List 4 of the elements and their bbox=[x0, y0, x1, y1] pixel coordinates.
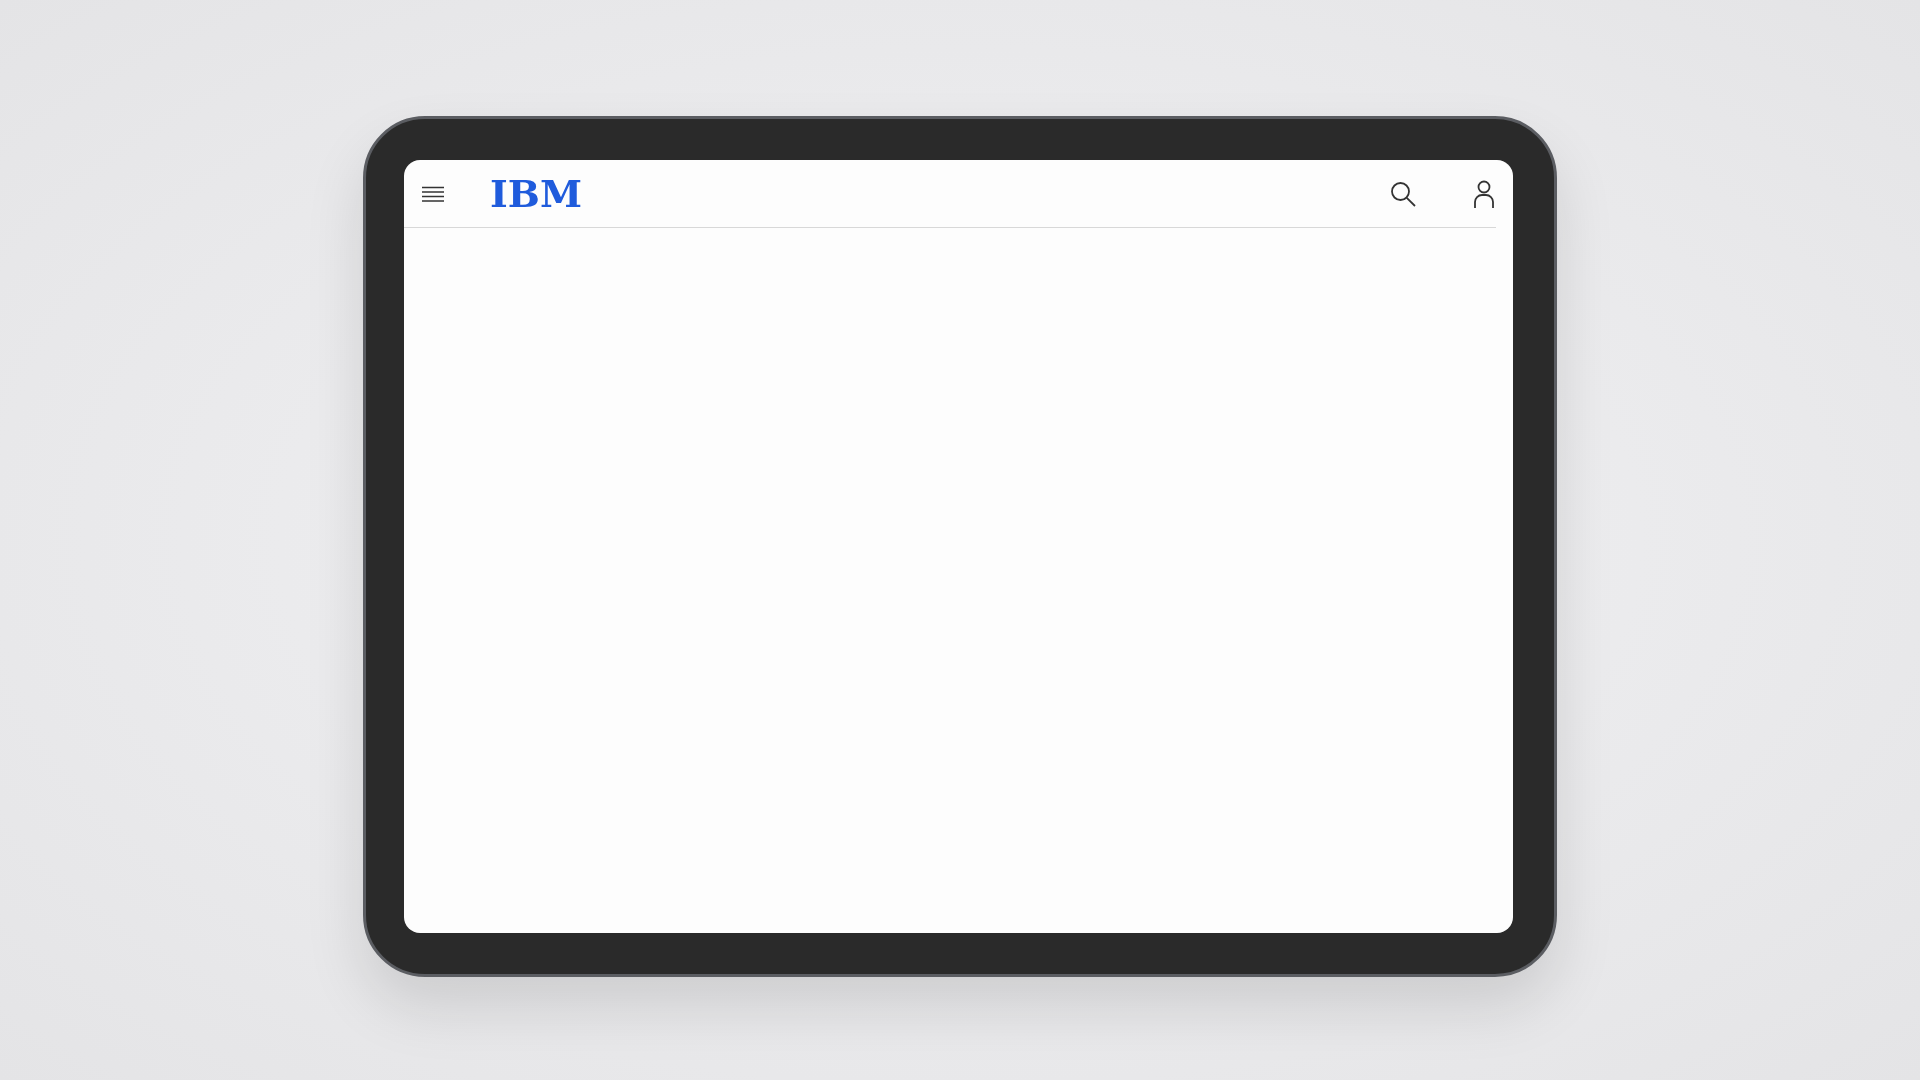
logo[interactable]: IBM bbox=[490, 173, 582, 214]
menu-icon[interactable] bbox=[422, 185, 444, 202]
user-icon[interactable] bbox=[1474, 179, 1494, 208]
search-icon[interactable] bbox=[1390, 180, 1416, 207]
